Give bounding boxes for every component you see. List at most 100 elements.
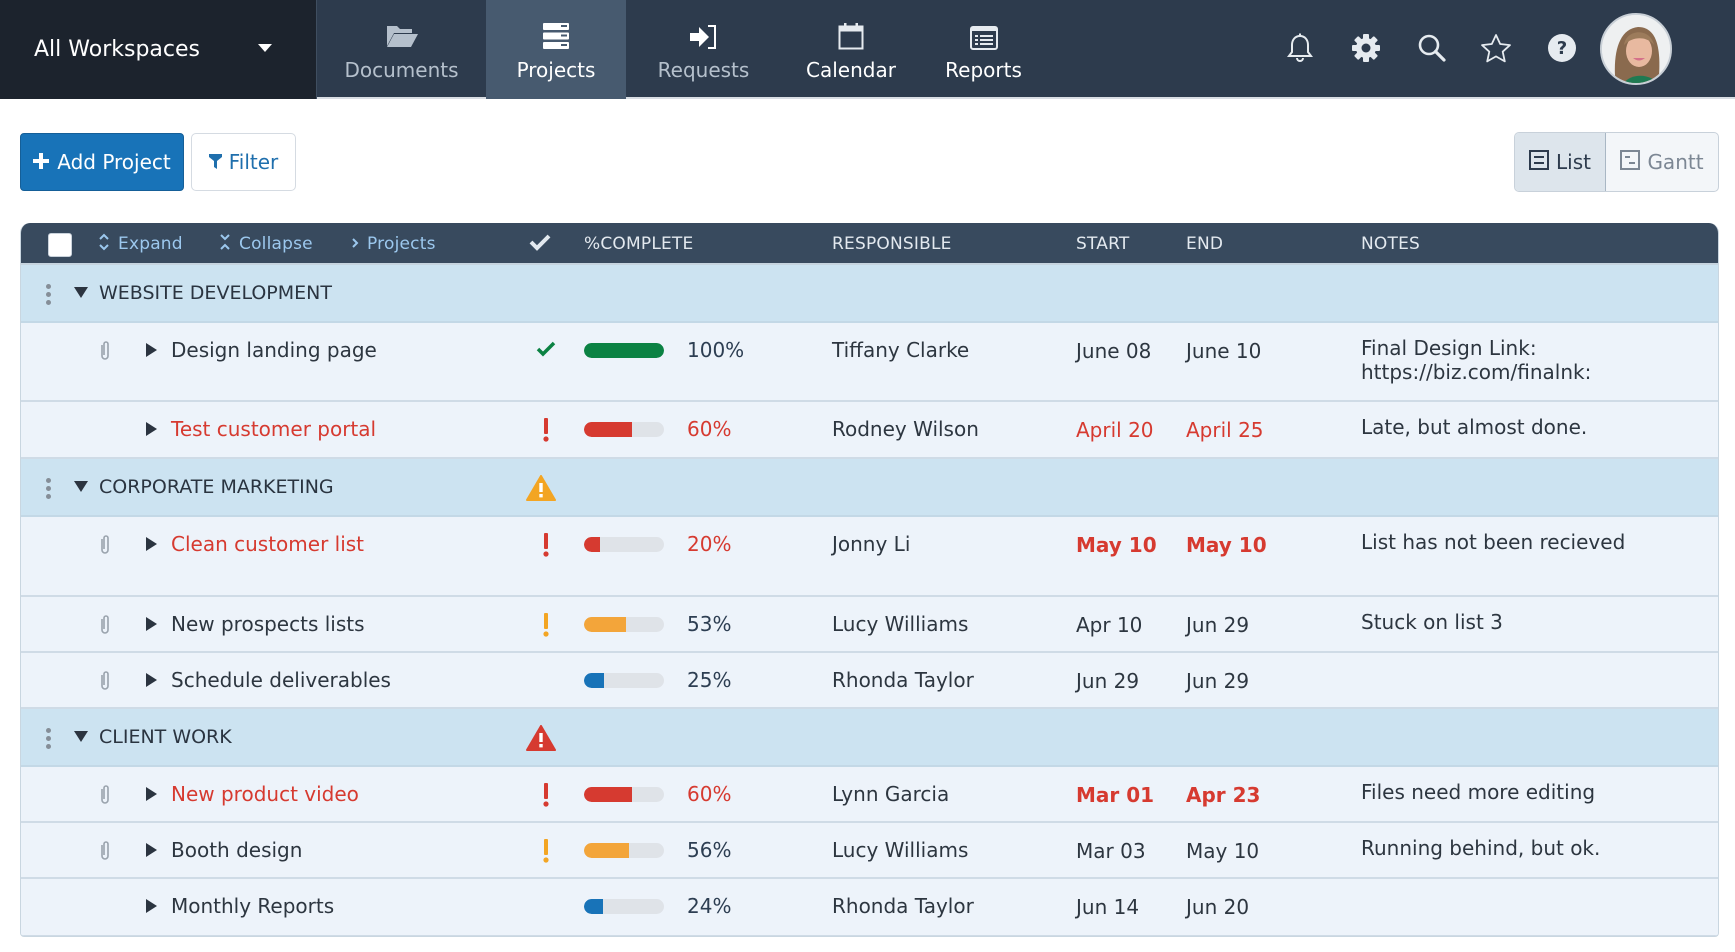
end-date: April 25 (1186, 418, 1264, 442)
table-row[interactable]: Design landing page 100% Tiffany Clarke Jun… (21, 323, 1718, 402)
nav-tab-documents[interactable]: Documents (316, 0, 486, 99)
nav-tab-label: Documents (344, 57, 459, 82)
help-icon[interactable]: ? (1544, 30, 1580, 66)
progress-bar (584, 343, 664, 358)
table-row[interactable]: Test customer portal 60% Rodney Wilson Apri… (21, 402, 1718, 459)
projects-breadcrumb-label: Projects (367, 234, 436, 254)
attachment-icon[interactable] (99, 784, 111, 810)
complete-check-icon (535, 341, 557, 357)
table-row[interactable]: Schedule deliverables 25% Rhonda Taylor Jun… (21, 653, 1718, 709)
projects-table: Expand Collapse Projects %COMPLETE RESPO… (20, 223, 1719, 937)
notes-line: Late, but almost done. (1361, 415, 1588, 439)
collapse-group-icon[interactable] (74, 287, 88, 298)
notes-column-header[interactable]: NOTES (1361, 223, 1420, 265)
add-project-button[interactable]: Add Project (20, 133, 184, 191)
table-row[interactable]: Monthly Reports 24% Rhonda Taylor Jun 14 Jun… (21, 879, 1718, 936)
list-view-icon (1529, 149, 1550, 175)
complete-column-header[interactable]: %COMPLETE (584, 223, 693, 265)
group-title: CORPORATE MARKETING (99, 476, 334, 498)
checkmark-icon (529, 233, 551, 256)
list-view-button[interactable]: List (1515, 133, 1606, 191)
workspace-selector[interactable]: All Workspaces (0, 0, 316, 99)
gear-icon[interactable] (1348, 30, 1384, 66)
nav-tab-label: Requests (657, 57, 750, 82)
collapse-group-icon[interactable] (74, 481, 88, 492)
notes-line: Files need more editing (1361, 780, 1596, 804)
expand-row-icon[interactable] (146, 617, 157, 631)
attachment-icon[interactable] (99, 614, 111, 640)
project-name[interactable]: New product video (171, 782, 359, 806)
expand-row-icon[interactable] (146, 537, 157, 551)
project-name[interactable]: New prospects lists (171, 612, 365, 636)
project-name[interactable]: Clean customer list (171, 532, 364, 556)
expand-row-icon[interactable] (146, 422, 157, 436)
group-row[interactable]: CLIENT WORK (21, 709, 1718, 767)
expand-row-icon[interactable] (146, 843, 157, 857)
end-date: Jun 20 (1186, 895, 1250, 919)
collapse-icon (219, 232, 231, 257)
group-row[interactable]: WEBSITE DEVELOPMENT (21, 265, 1718, 323)
gantt-view-button[interactable]: Gantt (1606, 133, 1718, 191)
table-row[interactable]: New prospects lists 53% Lucy Williams Apr 1… (21, 597, 1718, 653)
nav-tab-requests[interactable]: Requests (626, 0, 781, 99)
collapse-group-icon[interactable] (74, 731, 88, 742)
filter-icon (208, 150, 222, 174)
collapse-all-button[interactable]: Collapse (219, 223, 313, 265)
project-name[interactable]: Design landing page (171, 338, 377, 362)
star-icon[interactable] (1478, 30, 1514, 66)
end-column-header[interactable]: END (1186, 223, 1223, 265)
end-date: May 10 (1186, 533, 1267, 557)
filter-button[interactable]: Filter (191, 133, 296, 191)
start-date: June 08 (1076, 339, 1152, 363)
responsible-column-header[interactable]: RESPONSIBLE (832, 223, 952, 265)
exclamation-icon (535, 782, 557, 808)
group-title: WEBSITE DEVELOPMENT (99, 282, 332, 304)
responsible-person: Jonny Li (832, 532, 911, 556)
nav-tab-calendar[interactable]: Calendar (781, 0, 921, 99)
progress-bar (584, 617, 664, 632)
search-icon[interactable] (1414, 30, 1450, 66)
progress-bar-fill (584, 899, 604, 914)
table-header: Expand Collapse Projects %COMPLETE RESPO… (21, 223, 1718, 265)
start-date: May 10 (1076, 533, 1157, 557)
table-row[interactable]: Clean customer list 20% Jonny Li May 10 May … (21, 517, 1718, 597)
exclamation-icon (535, 417, 557, 443)
drag-handle-icon[interactable] (46, 478, 52, 499)
folder-open-icon (385, 18, 419, 50)
attachment-icon[interactable] (99, 840, 111, 866)
start-column-header[interactable]: START (1076, 223, 1129, 265)
expand-row-icon[interactable] (146, 343, 157, 357)
end-date: Jun 29 (1186, 613, 1250, 637)
progress-bar (584, 673, 664, 688)
warning-icon (526, 475, 556, 505)
notes-line: List has not been recieved (1361, 530, 1626, 554)
drag-handle-icon[interactable] (46, 728, 52, 749)
start-date: April 20 (1076, 418, 1154, 442)
projects-breadcrumb[interactable]: Projects (351, 223, 436, 265)
user-avatar[interactable] (1600, 13, 1672, 85)
status-column-header[interactable] (529, 223, 551, 265)
nav-tab-reports[interactable]: Reports (921, 0, 1046, 99)
expand-row-icon[interactable] (146, 899, 157, 913)
expand-row-icon[interactable] (146, 673, 157, 687)
project-name[interactable]: Schedule deliverables (171, 668, 391, 692)
table-row[interactable]: Booth design 56% Lucy Williams Mar 03 May 10… (21, 823, 1718, 879)
plus-icon (33, 150, 50, 174)
attachment-icon[interactable] (99, 340, 111, 366)
project-name[interactable]: Test customer portal (171, 417, 376, 441)
drag-handle-icon[interactable] (46, 284, 52, 305)
attachment-icon[interactable] (99, 670, 111, 696)
expand-all-button[interactable]: Expand (98, 223, 183, 265)
table-row[interactable]: New product video 60% Lynn Garcia Mar 01 Apr… (21, 767, 1718, 823)
bell-icon[interactable] (1282, 30, 1318, 66)
group-title: CLIENT WORK (99, 726, 232, 748)
select-all-checkbox[interactable] (48, 233, 72, 257)
group-row[interactable]: CORPORATE MARKETING (21, 459, 1718, 517)
project-name[interactable]: Monthly Reports (171, 894, 334, 918)
progress-bar (584, 843, 664, 858)
nav-tab-projects[interactable]: Projects (486, 0, 626, 99)
attachment-icon[interactable] (99, 534, 111, 560)
start-date: Mar 03 (1076, 839, 1146, 863)
expand-row-icon[interactable] (146, 787, 157, 801)
project-name[interactable]: Booth design (171, 838, 302, 862)
